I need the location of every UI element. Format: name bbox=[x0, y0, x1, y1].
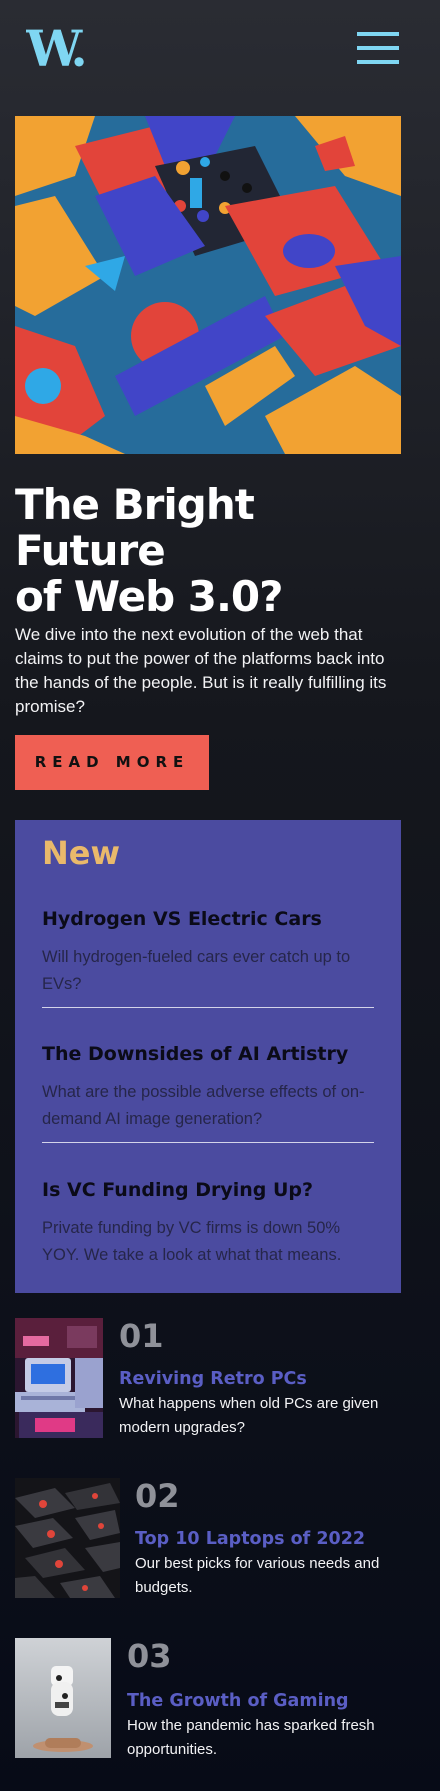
hero-title-line: of Web 3.0? bbox=[15, 572, 284, 621]
svg-text:W.: W. bbox=[26, 26, 84, 70]
new-article-description: What are the possible adverse effects of… bbox=[42, 1083, 365, 1128]
new-articles-panel: New Hydrogen VS Electric Cars Will hydro… bbox=[15, 820, 401, 1293]
new-article-title[interactable]: Hydrogen VS Electric Cars bbox=[42, 906, 374, 932]
ranked-article-title[interactable]: The Growth of Gaming bbox=[127, 1690, 349, 1712]
retro-pc-image bbox=[15, 1318, 103, 1438]
ranked-article-item[interactable]: 03 The Growth of Gaming How the pandemic… bbox=[15, 1638, 415, 1758]
hero-title[interactable]: The Bright Future of Web 3.0? bbox=[15, 482, 415, 620]
new-article-item[interactable]: Is VC Funding Drying Up? Private funding… bbox=[42, 1177, 374, 1269]
new-article-title[interactable]: Is VC Funding Drying Up? bbox=[42, 1177, 374, 1203]
new-article-description: Private funding by VC firms is down 50% … bbox=[42, 1219, 342, 1264]
ranked-article-title[interactable]: Top 10 Laptops of 2022 bbox=[135, 1528, 365, 1550]
rank-number: 01 bbox=[119, 1317, 164, 1355]
rank-number: 03 bbox=[127, 1637, 172, 1675]
keyboard-image bbox=[15, 1478, 120, 1598]
ranked-article-item[interactable]: 01 Reviving Retro PCs What happens when … bbox=[15, 1318, 415, 1438]
rank-number: 02 bbox=[135, 1477, 180, 1515]
ranked-article-description: What happens when old PCs are given mode… bbox=[119, 1395, 379, 1436]
gamepad-image bbox=[15, 1638, 111, 1758]
hamburger-menu-icon bbox=[357, 60, 399, 64]
hamburger-menu-button[interactable] bbox=[357, 32, 399, 66]
hero-title-line: The Bright Future bbox=[15, 480, 255, 575]
new-article-title[interactable]: The Downsides of AI Artistry bbox=[42, 1041, 374, 1067]
hero-image bbox=[15, 116, 401, 454]
ranked-article-description: How the pandemic has sparked fresh oppor… bbox=[127, 1717, 375, 1758]
new-article-description: Will hydrogen-fueled cars ever catch up … bbox=[42, 948, 351, 993]
ranked-article-title[interactable]: Reviving Retro PCs bbox=[119, 1368, 307, 1390]
new-section-title: New bbox=[42, 834, 121, 872]
read-more-button[interactable]: READ MORE bbox=[15, 735, 209, 790]
logo[interactable]: W. bbox=[25, 19, 94, 78]
ranked-article-description: Our best picks for various needs and bud… bbox=[135, 1555, 380, 1596]
new-article-item[interactable]: The Downsides of AI Artistry What are th… bbox=[42, 1041, 374, 1133]
divider bbox=[42, 1142, 374, 1143]
hero-description: We dive into the next evolution of the w… bbox=[15, 625, 387, 716]
site-header: W. bbox=[0, 0, 440, 100]
ranked-article-item[interactable]: 02 Top 10 Laptops of 2022 Our best picks… bbox=[15, 1478, 415, 1598]
hamburger-menu-icon bbox=[357, 32, 399, 36]
new-article-item[interactable]: Hydrogen VS Electric Cars Will hydrogen-… bbox=[42, 906, 374, 998]
logo-icon: W. bbox=[25, 19, 88, 78]
divider bbox=[42, 1007, 374, 1008]
hamburger-menu-icon bbox=[357, 46, 399, 50]
